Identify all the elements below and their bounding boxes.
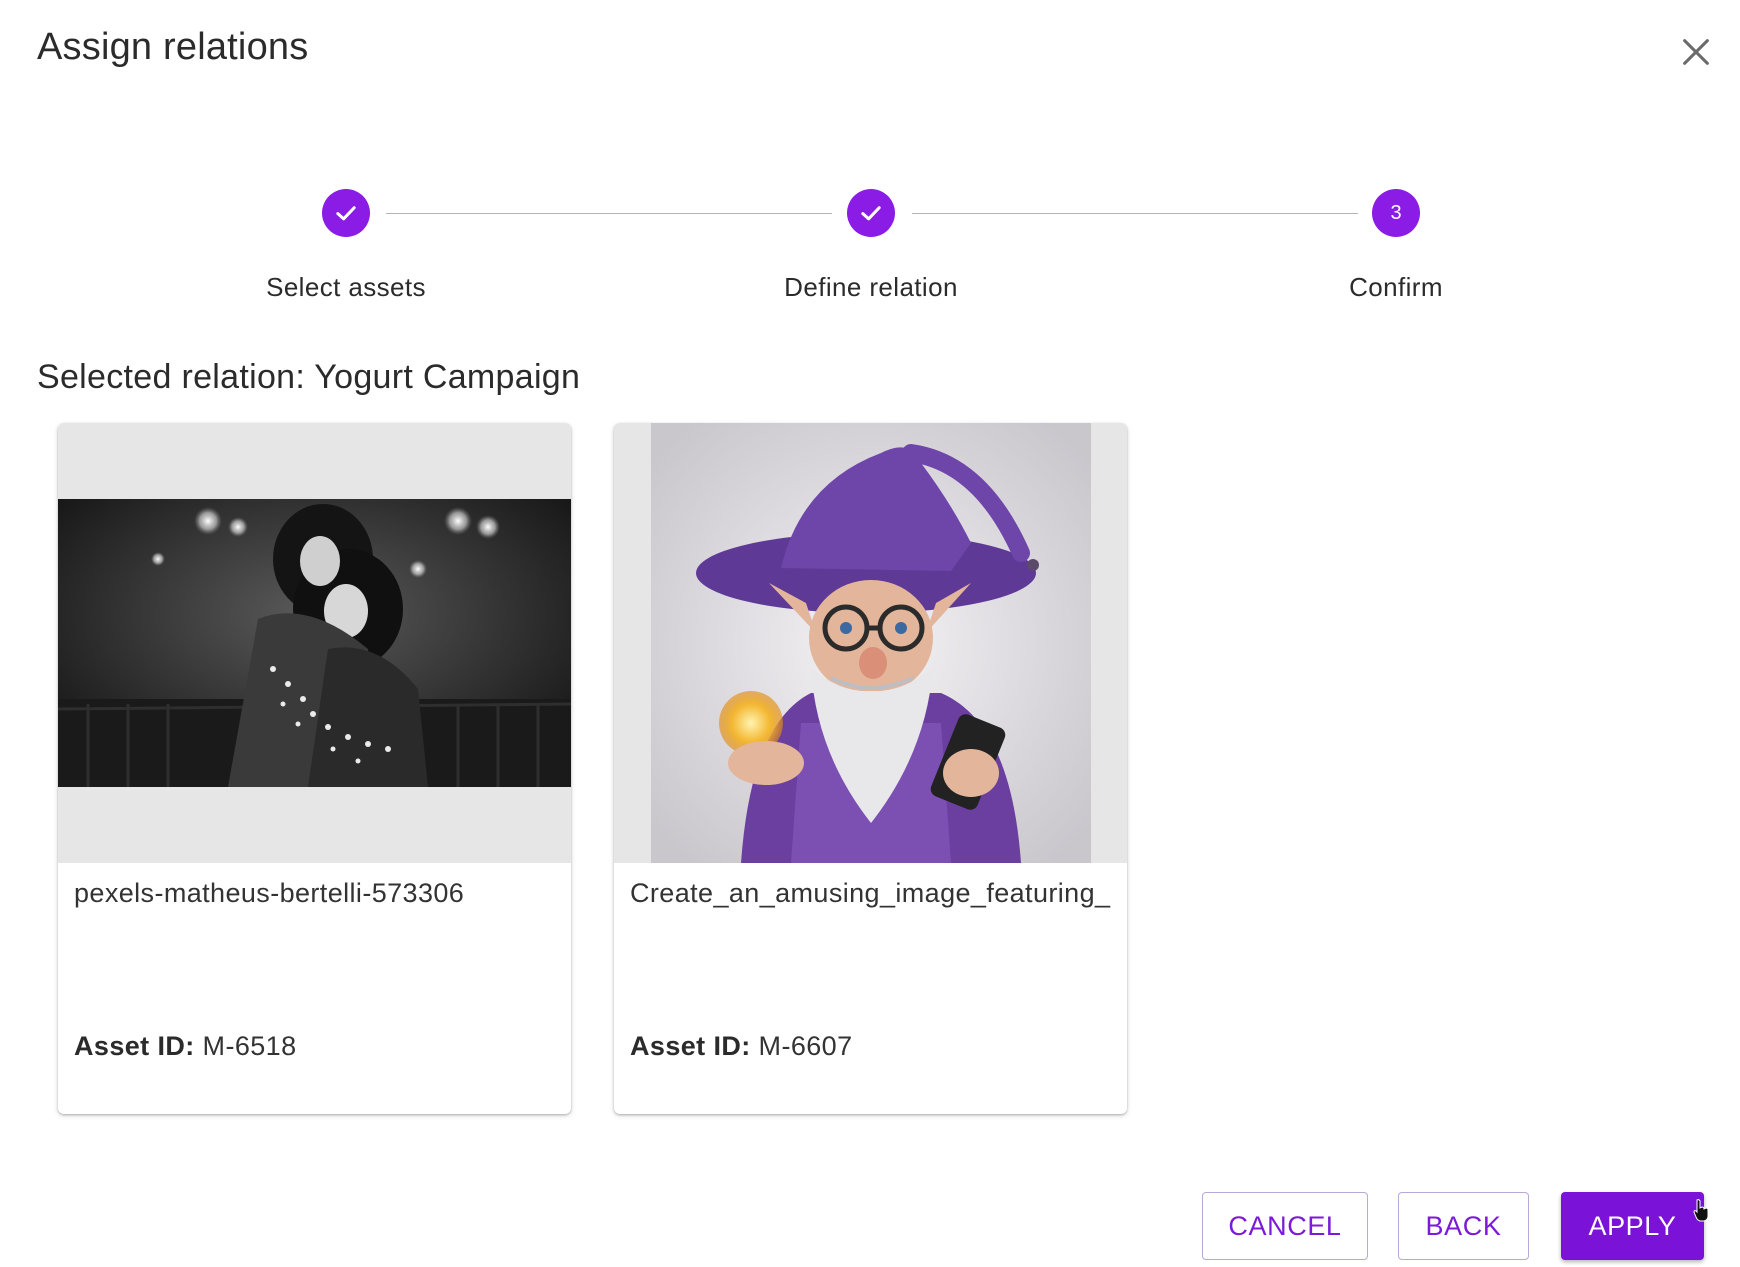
asset-card[interactable]: pexels-matheus-bertelli-573306 Asset ID:…	[58, 423, 571, 1114]
step-1-indicator	[322, 189, 370, 237]
asset-card[interactable]: Create_an_amusing_image_featuring_ Asset…	[614, 423, 1127, 1114]
apply-button[interactable]: APPLY	[1561, 1192, 1704, 1260]
asset-image-illustration	[651, 423, 1091, 863]
step-connector	[386, 213, 832, 214]
selected-relation-heading: Selected relation: Yogurt Campaign	[37, 358, 581, 396]
asset-id: Asset ID: M-6607	[630, 1031, 853, 1062]
step-connector	[912, 213, 1358, 214]
step-2-indicator	[847, 189, 895, 237]
asset-image-photo	[58, 499, 571, 787]
step-3-number: 3	[1390, 201, 1402, 224]
cancel-button[interactable]: CANCEL	[1202, 1192, 1368, 1260]
check-icon	[336, 206, 356, 221]
assign-relations-dialog: Assign relations Select assets Define re…	[0, 0, 1740, 1267]
asset-id-label: Asset ID:	[630, 1031, 751, 1061]
asset-name: Create_an_amusing_image_featuring_	[630, 878, 1111, 908]
stepper: Select assets Define relation 3 Confirm	[0, 0, 1740, 320]
asset-id-label: Asset ID:	[74, 1031, 195, 1061]
asset-name: pexels-matheus-bertelli-573306	[74, 878, 465, 908]
step-2-label: Define relation	[784, 272, 958, 302]
asset-id-value: M-6607	[758, 1031, 853, 1061]
asset-thumbnail	[614, 423, 1127, 863]
asset-id: Asset ID: M-6518	[74, 1031, 297, 1062]
asset-thumbnail	[58, 423, 571, 863]
check-icon	[861, 206, 881, 221]
step-3-indicator: 3	[1372, 189, 1420, 237]
asset-id-value: M-6518	[202, 1031, 297, 1061]
pointer-cursor-icon	[1693, 1199, 1709, 1222]
back-button[interactable]: BACK	[1398, 1192, 1529, 1260]
step-3-label: Confirm	[1349, 272, 1443, 302]
step-1-label: Select assets	[266, 272, 426, 302]
